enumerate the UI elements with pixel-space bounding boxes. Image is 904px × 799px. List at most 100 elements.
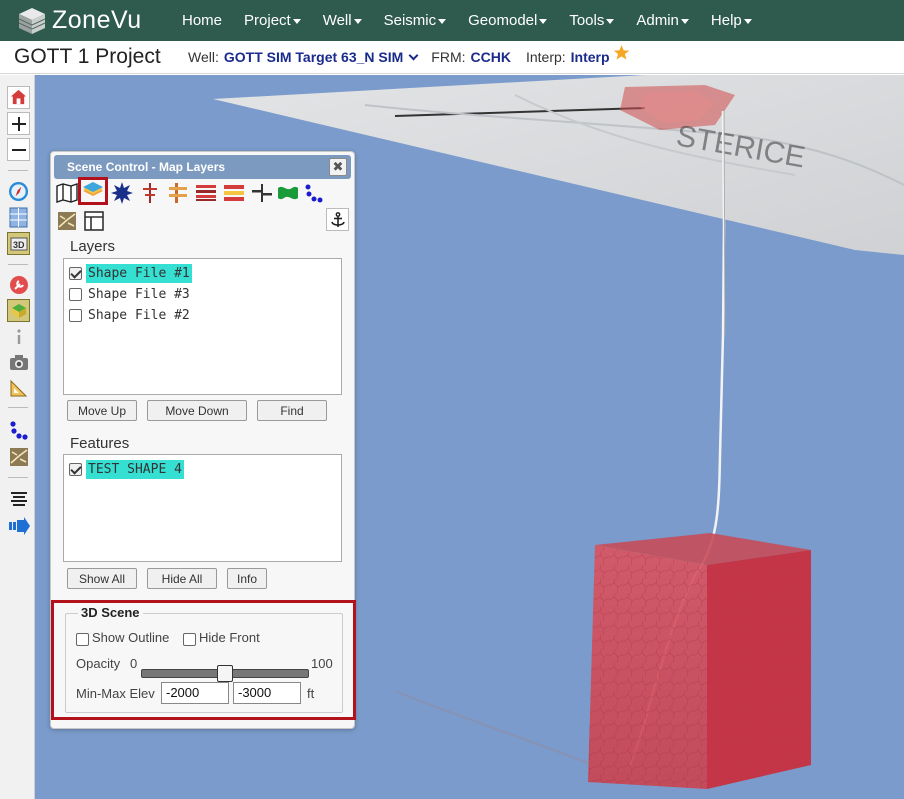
map-layers-tool-icon[interactable] <box>78 177 108 205</box>
ruler-icon[interactable] <box>7 377 30 400</box>
caret-down-icon <box>743 19 752 24</box>
feature-label[interactable]: TEST SHAPE 4 <box>86 460 184 479</box>
layer-checkbox[interactable] <box>69 267 82 280</box>
nav-tools-label: Tools <box>569 12 605 29</box>
opacity-slider-thumb[interactable] <box>217 665 233 682</box>
info-button[interactable]: Info <box>227 568 267 589</box>
layer-row-shape-file-1[interactable]: Shape File #1 <box>64 263 341 284</box>
fault-stick-icon[interactable] <box>250 181 273 204</box>
3d-scene-legend: 3D Scene <box>78 605 143 620</box>
export-icon[interactable] <box>7 514 30 537</box>
layer-checkbox[interactable] <box>69 288 82 301</box>
well-log-icon[interactable] <box>166 181 189 204</box>
map-layer-icon[interactable] <box>7 299 30 322</box>
panel-title: Scene Control - Map Layers <box>67 160 226 174</box>
interp-label: Interp: <box>525 49 566 65</box>
caret-down-icon <box>438 19 447 24</box>
favorite-star-icon[interactable] <box>613 44 630 66</box>
camera-icon[interactable] <box>7 351 30 374</box>
layer-label[interactable]: Shape File #1 <box>86 264 192 283</box>
nav-help-menu[interactable]: Help <box>700 0 763 41</box>
features-heading: Features <box>70 435 130 452</box>
close-icon[interactable]: ✖ <box>329 158 347 176</box>
caret-down-icon <box>606 19 615 24</box>
compass-icon[interactable] <box>7 180 30 203</box>
nav-well-menu[interactable]: Well <box>312 0 373 41</box>
anchor-icon[interactable] <box>326 208 349 231</box>
well-selector[interactable]: GOTT SIM Target 63_N SIM <box>224 49 403 65</box>
toolbar-divider <box>8 264 28 265</box>
layer-checkbox[interactable] <box>69 309 82 322</box>
show-all-button[interactable]: Show All <box>67 568 137 589</box>
3d-view-icon[interactable]: 3D <box>7 232 30 255</box>
panel-header[interactable]: Scene Control - Map Layers ✖ <box>54 155 351 179</box>
home-icon[interactable] <box>7 86 30 109</box>
scatter-points-icon[interactable] <box>302 181 325 204</box>
zoom-out-icon[interactable] <box>7 138 30 161</box>
well-dropdown-chevron-icon[interactable] <box>408 50 419 60</box>
info-icon[interactable] <box>7 325 30 348</box>
layer-row-shape-file-2[interactable]: Shape File #2 <box>64 305 341 326</box>
layers-list: Shape File #1 Shape File #3 Shape File #… <box>63 258 342 395</box>
layer-label[interactable]: Shape File #3 <box>86 285 192 304</box>
tools-icon[interactable] <box>7 273 30 296</box>
nav-home[interactable]: Home <box>171 0 233 41</box>
3d-scene-fieldset: 3D Scene Show Outline Hide Front Opacity… <box>65 605 343 713</box>
nav-help-label: Help <box>710 12 742 29</box>
fault-icon[interactable] <box>7 445 30 468</box>
zones-icon[interactable] <box>222 181 245 204</box>
elev-unit-label: ft <box>307 686 315 701</box>
layout-panel-icon[interactable] <box>82 209 105 232</box>
nav-admin-menu[interactable]: Admin <box>625 0 700 41</box>
brand-name: ZoneVu <box>52 6 142 34</box>
project-bar: GOTT 1 Project Well: GOTT SIM Target 63_… <box>0 41 904 74</box>
opacity-min-label: 0 <box>130 656 138 671</box>
caret-down-icon <box>680 19 689 24</box>
min-elev-input[interactable]: -2000 <box>161 682 229 704</box>
frm-value[interactable]: CCHK <box>471 49 511 65</box>
fault-map-icon[interactable] <box>55 209 78 232</box>
zoom-in-icon[interactable] <box>7 112 30 135</box>
well-label: Well: <box>188 49 219 65</box>
opacity-label: Opacity <box>76 656 121 671</box>
interp-value[interactable]: Interp <box>571 49 610 65</box>
show-outline-checkbox[interactable] <box>76 633 89 646</box>
logo-cube-icon <box>16 5 48 37</box>
list-icon[interactable] <box>7 487 30 510</box>
layers-heading: Layers <box>70 238 116 255</box>
opacity-max-label: 100 <box>311 656 333 671</box>
top-navbar: ZoneVu Home Project Well Seismic Geomode… <box>0 0 904 41</box>
max-elev-input[interactable]: -3000 <box>233 682 301 704</box>
flag-icon[interactable] <box>276 181 299 204</box>
left-toolbar: 3D <box>0 75 35 799</box>
well-marker-icon[interactable] <box>138 181 161 204</box>
nav-geomodel-menu[interactable]: Geomodel <box>457 0 558 41</box>
nav-admin-label: Admin <box>636 12 679 29</box>
scene-control-panel: Scene Control - Map Layers ✖ Layers Shap… <box>50 151 356 729</box>
find-button[interactable]: Find <box>257 400 327 421</box>
move-up-button[interactable]: Move Up <box>67 400 137 421</box>
starburst-icon[interactable] <box>110 181 133 204</box>
opacity-slider[interactable] <box>141 665 309 682</box>
hide-front-label[interactable]: Hide Front <box>199 630 260 645</box>
grid-view-icon[interactable] <box>7 206 30 229</box>
nav-project-menu[interactable]: Project <box>233 0 312 41</box>
horizons-icon[interactable] <box>194 181 217 204</box>
layer-label[interactable]: Shape File #2 <box>86 306 192 325</box>
layer-row-shape-file-3[interactable]: Shape File #3 <box>64 284 341 305</box>
nav-seismic-menu[interactable]: Seismic <box>373 0 458 41</box>
caret-down-icon <box>539 19 548 24</box>
nav-seismic-label: Seismic <box>383 12 437 29</box>
show-outline-label[interactable]: Show Outline <box>92 630 169 645</box>
feature-row-test-shape-4[interactable]: TEST SHAPE 4 <box>64 459 341 480</box>
caret-down-icon <box>353 19 362 24</box>
map-icon[interactable] <box>55 181 78 204</box>
move-down-button[interactable]: Move Down <box>147 400 247 421</box>
hide-all-button[interactable]: Hide All <box>147 568 217 589</box>
feature-checkbox[interactable] <box>69 463 82 476</box>
zonevu-logo[interactable]: ZoneVu <box>16 5 166 37</box>
scatter-icon[interactable] <box>7 418 30 441</box>
project-title: GOTT 1 Project <box>14 45 161 68</box>
hide-front-checkbox[interactable] <box>183 633 196 646</box>
nav-tools-menu[interactable]: Tools <box>558 0 625 41</box>
